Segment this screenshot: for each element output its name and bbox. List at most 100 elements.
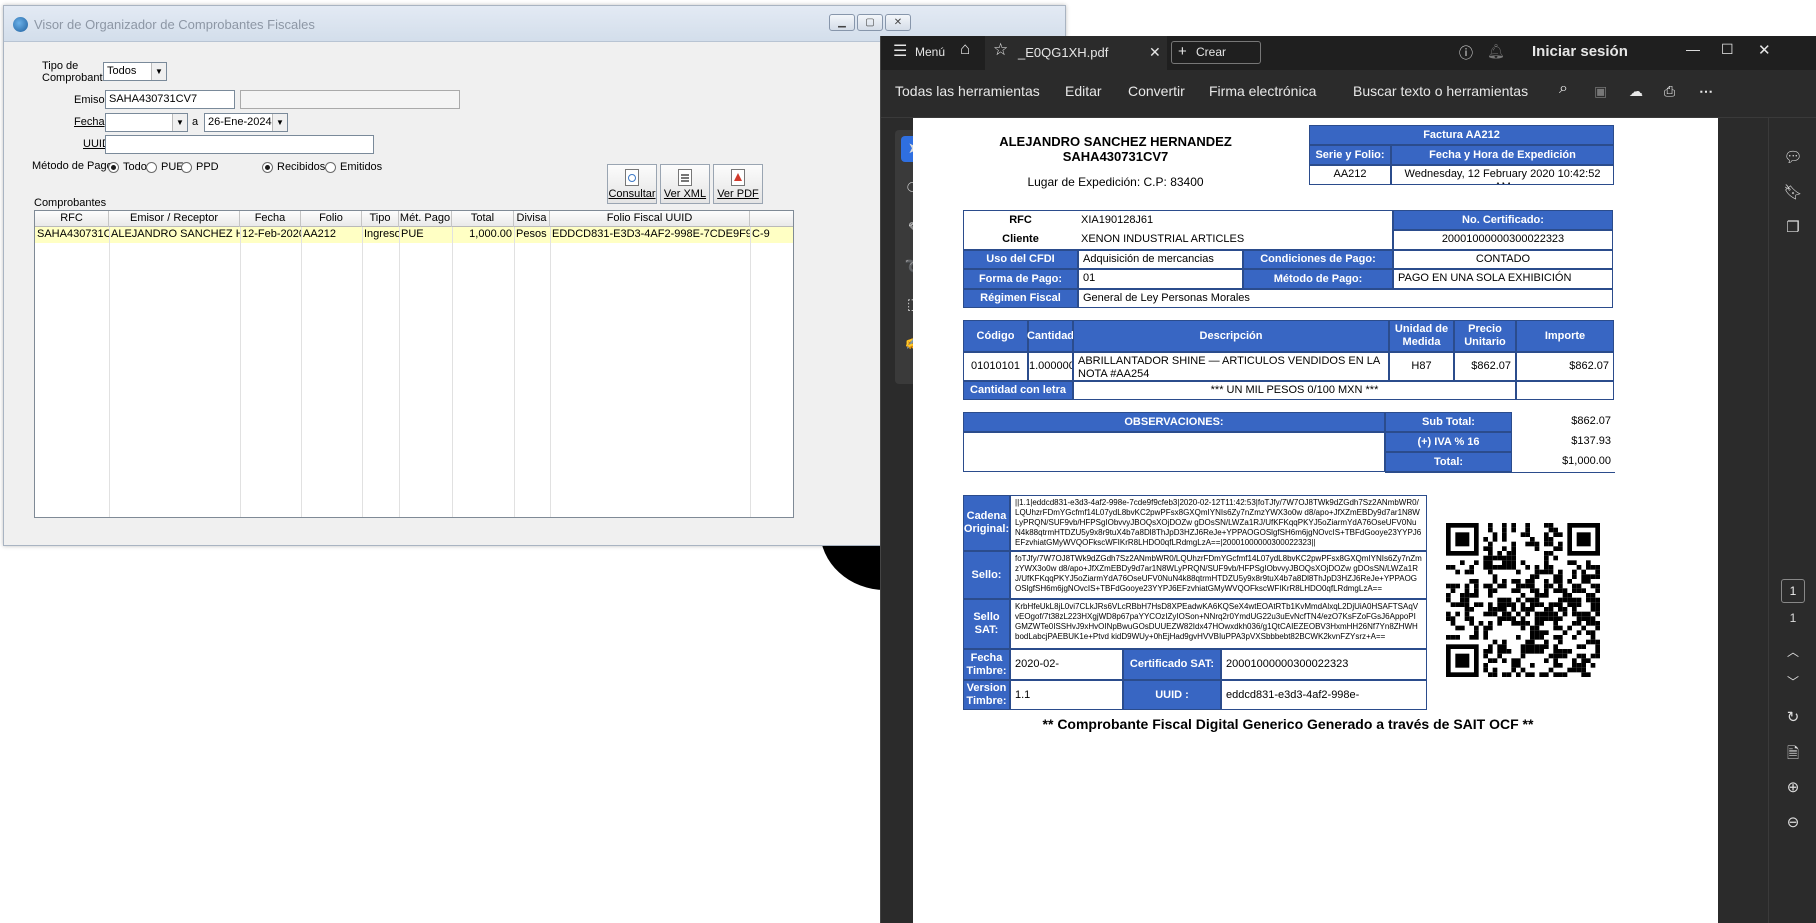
- pages-icon[interactable]: ❐: [1783, 218, 1803, 236]
- radio-dot: [325, 161, 336, 173]
- comprobantes-table[interactable]: RFC Emisor / Receptor Fecha Folio Tipo M…: [34, 210, 794, 518]
- grid-line: [362, 227, 363, 517]
- create-button[interactable]: + Crear: [1171, 41, 1261, 64]
- radio-todo[interactable]: Todo: [108, 161, 147, 173]
- total-value: $1,000.00: [1562, 455, 1611, 467]
- window-title: Visor de Organizador de Comprobantes Fis…: [34, 17, 315, 32]
- tipo-label: Tipo de Comprobante: [42, 60, 109, 84]
- cell-extra: C-9: [752, 228, 770, 240]
- letra-value: *** UN MIL PESOS 0/100 MXN ***: [1073, 381, 1516, 400]
- item-cantidad: 1.000000: [1028, 352, 1073, 381]
- ver-pdf-button[interactable]: Ver PDF: [713, 164, 763, 204]
- comments-icon[interactable]: 💬︎: [1783, 148, 1803, 166]
- col-folio[interactable]: Folio: [301, 211, 362, 227]
- fecha-from-select[interactable]: ▼: [105, 113, 188, 132]
- more-icon[interactable]: ⋯: [1699, 83, 1713, 100]
- page-down-icon[interactable]: ﹀: [1783, 673, 1803, 690]
- upload-icon[interactable]: ☁: [1629, 83, 1643, 100]
- page-number-input[interactable]: 1: [1781, 579, 1805, 603]
- close-tab-icon[interactable]: ✕: [1149, 44, 1161, 61]
- chevron-down-icon: ▼: [151, 63, 166, 80]
- col-emisor[interactable]: Emisor / Receptor: [109, 211, 240, 227]
- fecha-timbre-value: 2020-02-12T11:42:53: [1010, 649, 1123, 680]
- help-icon[interactable]: ⓘ: [1459, 43, 1473, 63]
- ver-xml-button[interactable]: Ver XML: [660, 164, 710, 204]
- totals-rule: [1385, 472, 1615, 473]
- close-icon[interactable]: ✕: [1758, 41, 1771, 59]
- document-info-icon[interactable]: 🗎︎: [1783, 743, 1803, 768]
- close-button[interactable]: ✕: [885, 14, 911, 31]
- print-icon[interactable]: ⎙: [1664, 83, 1675, 100]
- tool-all[interactable]: Todas las herramientas: [895, 83, 1040, 99]
- tool-editar[interactable]: Editar: [1065, 83, 1102, 99]
- search-icon[interactable]: ⌕: [1559, 80, 1568, 98]
- maximize-icon[interactable]: ☐: [1721, 41, 1734, 58]
- table-row[interactable]: SAHA430731CV7 ALEJANDRO SANCHEZ HERNANDE…: [35, 227, 793, 243]
- zoom-in-icon[interactable]: ⊕: [1783, 778, 1803, 796]
- home-icon[interactable]: ⌂: [960, 39, 970, 59]
- col-metpago[interactable]: Mét. Pago: [399, 211, 452, 227]
- consultar-button[interactable]: Consultar: [607, 164, 657, 204]
- serie-label: Serie y Folio:: [1309, 145, 1391, 165]
- col-tipo[interactable]: Tipo: [362, 211, 399, 227]
- cell-divisa: Pesos: [516, 228, 547, 240]
- document-tab[interactable]: ☆ _E0QG1XH.pdf ✕: [985, 36, 1167, 70]
- version-value: 1.1: [1010, 680, 1123, 710]
- cell-fecha: 12-Feb-2020: [242, 228, 301, 240]
- col-rfc[interactable]: RFC: [35, 211, 109, 227]
- sign-in-button[interactable]: Iniciar sesión: [1532, 43, 1628, 60]
- metodo-label: Método de Pago: [32, 160, 113, 172]
- emisor-label: Emisor: [74, 94, 109, 106]
- sellosat-value: KrbHfeUkL8jL0vi7CLkJRs6VLcRBbH7HsD8XPEad…: [1010, 599, 1427, 649]
- star-icon[interactable]: ☆: [993, 40, 1008, 60]
- grid-line: [109, 227, 110, 517]
- plus-icon: +: [1178, 43, 1187, 60]
- uso-label: Uso del CFDI: [963, 250, 1078, 269]
- fecha-to-select[interactable]: 26-Ene-2024 ▼: [204, 113, 288, 132]
- tool-convertir[interactable]: Convertir: [1128, 83, 1185, 99]
- emisor-input[interactable]: SAHA430731CV7: [105, 90, 235, 109]
- tipo-select[interactable]: Todos ▼: [103, 62, 167, 81]
- bookmarks-icon[interactable]: 🔖︎: [1783, 183, 1803, 201]
- item-header-precio: Precio Unitario: [1454, 320, 1516, 352]
- uuid-input[interactable]: [105, 135, 374, 154]
- radio-recibidos-label: Recibidos: [277, 161, 326, 173]
- radio-pue[interactable]: PUE: [146, 161, 184, 173]
- hamburger-icon[interactable]: ☰: [893, 41, 907, 61]
- rotate-icon[interactable]: ↻: [1783, 708, 1803, 726]
- regimen-label: Régimen Fiscal: [963, 289, 1078, 308]
- cond-label: Condiciones de Pago:: [1243, 250, 1393, 269]
- col-extra[interactable]: [750, 211, 793, 227]
- grid-line: [550, 227, 551, 517]
- radio-emitidos[interactable]: Emitidos: [325, 161, 382, 173]
- create-label: Crear: [1196, 45, 1227, 59]
- radio-recibidos[interactable]: Recibidos: [262, 161, 325, 173]
- cell-uuid: EDDCD831-E3D3-4AF2-998E-7CDE9F9CFEB3: [552, 228, 750, 240]
- minimize-icon[interactable]: —: [1686, 41, 1700, 57]
- viewer-titlebar: ☰ Menú ⌂ ☆ _E0QG1XH.pdf ✕ + Crear ⓘ 🔔︎ I…: [881, 36, 1816, 70]
- col-total[interactable]: Total: [452, 211, 514, 227]
- minimize-button[interactable]: ▁: [829, 14, 855, 31]
- comprobantes-label: Comprobantes: [34, 197, 107, 209]
- bell-icon[interactable]: 🔔︎: [1487, 43, 1505, 60]
- search-tools-input[interactable]: Buscar texto o herramientas: [1353, 83, 1528, 99]
- item-codigo: 01010101: [963, 352, 1028, 381]
- zoom-out-icon[interactable]: ⊖: [1783, 813, 1803, 831]
- menu-button[interactable]: Menú: [915, 45, 945, 59]
- page-total: 1: [1789, 611, 1797, 625]
- col-uuid[interactable]: Folio Fiscal UUID: [550, 211, 750, 227]
- cert-label: No. Certificado:: [1393, 210, 1613, 230]
- grid-line: [301, 227, 302, 517]
- page-up-icon[interactable]: ︿: [1783, 643, 1803, 660]
- maximize-button[interactable]: ▢: [857, 14, 883, 31]
- tool-firma[interactable]: Firma electrónica: [1209, 83, 1316, 99]
- uuid-value: eddcd831-e3d3-4af2-998e-7cde9f9cfeb3: [1221, 680, 1427, 710]
- col-divisa[interactable]: Divisa: [514, 211, 550, 227]
- radio-emitidos-label: Emitidos: [340, 161, 383, 173]
- col-fecha[interactable]: Fecha: [240, 211, 301, 227]
- radio-ppd[interactable]: PPD: [181, 161, 219, 173]
- lugar-expedicion: Lugar de Expedición: C.P: 83400: [1027, 175, 1204, 189]
- fecha-to-value: 26-Ene-2024: [208, 116, 272, 128]
- save-icon[interactable]: ▣: [1594, 83, 1607, 100]
- pdf-file-icon: [731, 169, 745, 186]
